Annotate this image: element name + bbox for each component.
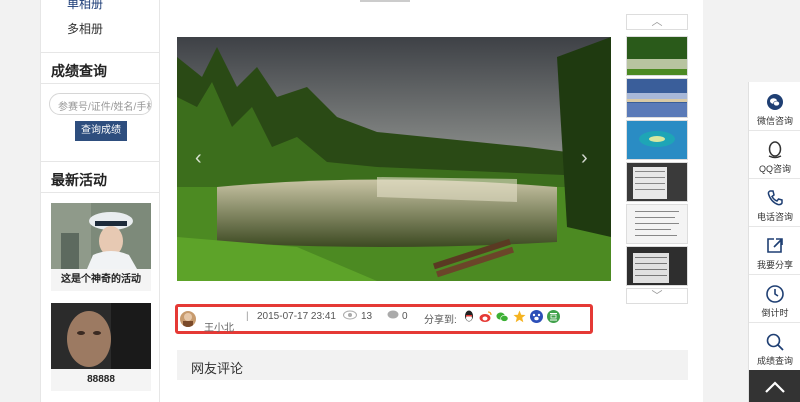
activity-caption[interactable]: 这是个神奇的活动 <box>51 269 151 291</box>
score-search-button[interactable]: 查询成绩 <box>75 121 127 141</box>
thumbnail[interactable] <box>626 246 688 286</box>
thumb-down-arrow-icon[interactable]: ﹀ <box>626 288 688 304</box>
divider <box>41 52 159 53</box>
info-divider: | <box>246 311 249 322</box>
divider <box>41 161 159 162</box>
thumb-up-arrow-icon[interactable]: ︿ <box>626 14 688 30</box>
view-count: 13 <box>361 311 373 322</box>
douban-share-icon[interactable] <box>547 310 560 323</box>
wechat-consult-button[interactable]: 微信咨询 <box>749 92 800 127</box>
main-content: ‹ › 王小北 | 2015-07-17 23:41 13 0 分享到: 网友评… <box>160 0 703 402</box>
qq-consult-button[interactable]: QQ咨询 <box>749 140 800 175</box>
thumbnail[interactable] <box>626 162 688 202</box>
divider <box>41 83 159 84</box>
thumbnail[interactable] <box>626 204 688 244</box>
divider <box>749 130 800 131</box>
float-label: 电话咨询 <box>756 212 793 222</box>
author-name[interactable]: 王小北 <box>204 319 234 334</box>
wechat-icon <box>765 92 785 112</box>
author-avatar <box>180 311 196 327</box>
right-float-bar: 微信咨询 QQ咨询 电话咨询 我要分享 倒计时 成绩查询 <box>748 82 800 402</box>
back-to-top-button[interactable] <box>749 370 800 402</box>
activities-title: 最新活动 <box>51 172 107 188</box>
qzone-share-icon[interactable] <box>513 310 526 323</box>
activity-card[interactable]: 这是个神奇的活动 <box>51 203 151 291</box>
comment-section-header: 网友评论 <box>177 350 688 380</box>
float-label: 成绩查询 <box>756 356 793 366</box>
score-search-input[interactable]: 参赛号/证件/姓名/手机 <box>49 93 152 115</box>
float-label: QQ咨询 <box>758 164 791 174</box>
float-label: 微信咨询 <box>756 116 793 126</box>
divider <box>749 322 800 323</box>
float-label: 我要分享 <box>756 260 793 270</box>
hero-photo: ‹ › <box>177 37 611 281</box>
phone-icon <box>765 188 785 208</box>
divider <box>749 178 800 179</box>
album-link-single[interactable]: 单相册 <box>67 0 103 12</box>
score-query-title: 成绩查询 <box>51 63 107 79</box>
next-arrow-icon[interactable]: › <box>581 147 588 170</box>
activity-image[interactable] <box>51 303 151 369</box>
share-button[interactable]: 我要分享 <box>749 236 800 271</box>
qq-icon <box>765 140 785 160</box>
eye-icon <box>343 310 357 323</box>
search-icon <box>765 332 785 352</box>
album-link-multi[interactable]: 多相册 <box>67 20 103 37</box>
chevron-up-icon <box>765 381 785 393</box>
thumbnail[interactable] <box>626 120 688 160</box>
activity-card[interactable]: 88888 <box>51 303 151 391</box>
divider <box>749 226 800 227</box>
phone-consult-button[interactable]: 电话咨询 <box>749 188 800 223</box>
divider <box>749 274 800 275</box>
comment-count: 0 <box>402 311 408 322</box>
weibo-share-icon[interactable] <box>479 310 492 323</box>
share-icon <box>765 236 785 256</box>
baidu-share-icon[interactable] <box>530 310 543 323</box>
countdown-button[interactable]: 倒计时 <box>749 284 800 319</box>
share-label: 分享到: <box>424 315 457 326</box>
prev-arrow-icon[interactable]: ‹ <box>195 147 202 170</box>
wechat-share-icon[interactable] <box>496 310 509 323</box>
page: 单相册 多相册 成绩查询 参赛号/证件/姓名/手机 查询成绩 最新活动 这是个神… <box>0 0 800 402</box>
clock-icon <box>765 284 785 304</box>
post-date: 2015-07-17 23:41 <box>257 311 336 322</box>
comment-icon <box>387 310 399 323</box>
thumbnail[interactable] <box>626 78 688 118</box>
qq-share-icon[interactable] <box>462 310 475 323</box>
activity-caption[interactable]: 88888 <box>51 369 151 391</box>
left-sidebar: 单相册 多相册 成绩查询 参赛号/证件/姓名/手机 查询成绩 最新活动 这是个神… <box>40 0 160 402</box>
divider <box>41 192 159 193</box>
article-info-bar: 王小北 | 2015-07-17 23:41 13 0 分享到: <box>175 304 593 334</box>
title-remnant <box>360 0 410 2</box>
thumbnail-strip: ︿ ﹀ <box>626 14 688 304</box>
float-label: 倒计时 <box>761 308 789 318</box>
comment-section-title: 网友评论 <box>191 361 244 376</box>
thumbnail[interactable] <box>626 36 688 76</box>
activity-image[interactable] <box>51 203 151 269</box>
score-query-button[interactable]: 成绩查询 <box>749 332 800 367</box>
